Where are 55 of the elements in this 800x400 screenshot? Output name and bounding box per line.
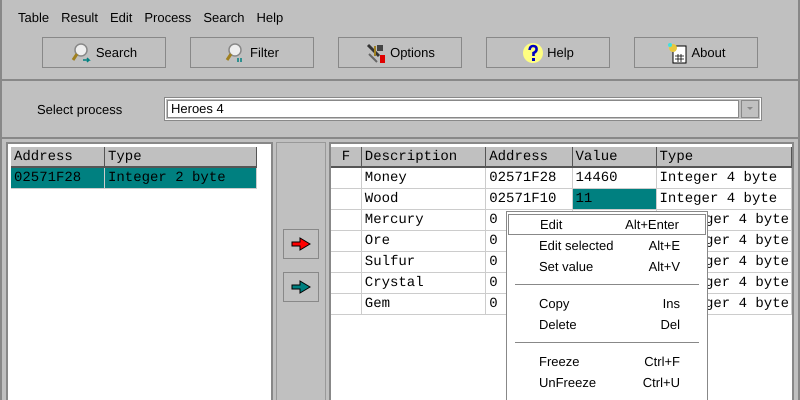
help-icon	[522, 42, 544, 64]
menu-item[interactable]: Table	[12, 10, 56, 30]
table-cell: Integer 4 byte	[656, 188, 792, 210]
menu-item[interactable]: Edit Alt+Enter	[508, 214, 706, 235]
field-label: Select process	[37, 102, 124, 116]
menu-item[interactable]: Result	[55, 10, 104, 30]
process-dropdown[interactable]: Heroes 4	[165, 98, 761, 120]
help-button[interactable]: Help	[486, 37, 610, 68]
column-header[interactable]: Type	[104, 147, 256, 167]
table-cell: 11	[572, 188, 656, 210]
column-header[interactable]: Value	[572, 147, 656, 167]
table-cell: 02571F28	[486, 167, 572, 188]
column-header[interactable]: Description	[361, 147, 486, 167]
arrow-button[interactable]	[283, 272, 319, 302]
shortcut-label: Ins	[662, 296, 680, 311]
menu-item-label: Freeze	[539, 354, 580, 369]
table-cell: Integer 4 byte	[656, 167, 792, 188]
right-arrow-icon	[291, 237, 311, 251]
shortcut-label: Ctrl+U	[642, 375, 680, 390]
column-header[interactable]: Address	[486, 147, 572, 167]
table-cell: Money	[361, 167, 486, 188]
table-cell: Wood	[361, 188, 486, 210]
menu-item[interactable]: UnFreeze Ctrl+U	[508, 372, 706, 393]
search-button[interactable]: Search	[42, 37, 166, 68]
menu-item[interactable]: Help	[250, 10, 290, 30]
column-header[interactable]: Address	[11, 147, 104, 167]
tools-icon	[365, 42, 388, 64]
document-icon	[666, 42, 688, 64]
shortcut-label: Ctrl+F	[644, 354, 680, 369]
menu-item-label: UnFreeze	[539, 375, 596, 390]
table-cell: Mercury	[361, 210, 486, 230]
column-header[interactable]: Type	[656, 147, 792, 167]
table-cell: Sulfur	[361, 252, 486, 272]
menu-item[interactable]: Freeze Ctrl+F	[508, 351, 706, 372]
table-cell: Integer 2 byte	[104, 167, 256, 188]
filter-button[interactable]: Filter	[190, 37, 314, 68]
menu-item[interactable]: Process	[138, 10, 198, 30]
table-cell: Ore	[361, 230, 486, 252]
table-cell: 02571F10	[486, 188, 572, 210]
table-cell: Crystal	[361, 272, 486, 294]
menu-item-label: Copy	[539, 296, 570, 311]
options-button[interactable]: Options	[338, 37, 462, 68]
about-button[interactable]: About	[634, 37, 758, 68]
shortcut-label: Del	[660, 317, 680, 332]
column-header[interactable]: F	[331, 147, 362, 167]
arrow-button[interactable]	[283, 229, 319, 259]
menu-item[interactable]: Search	[197, 10, 251, 30]
menu-item-label: Edit	[540, 217, 562, 232]
search-icon	[70, 42, 93, 64]
table-cell: Gem	[361, 294, 486, 314]
right-arrow-icon	[291, 280, 311, 294]
menu-item[interactable]: Edit	[104, 10, 138, 30]
menu-item[interactable]: Delete Del	[508, 314, 706, 335]
table-cell: 02571F28	[11, 167, 104, 188]
menu-item-label: Delete	[539, 317, 577, 332]
